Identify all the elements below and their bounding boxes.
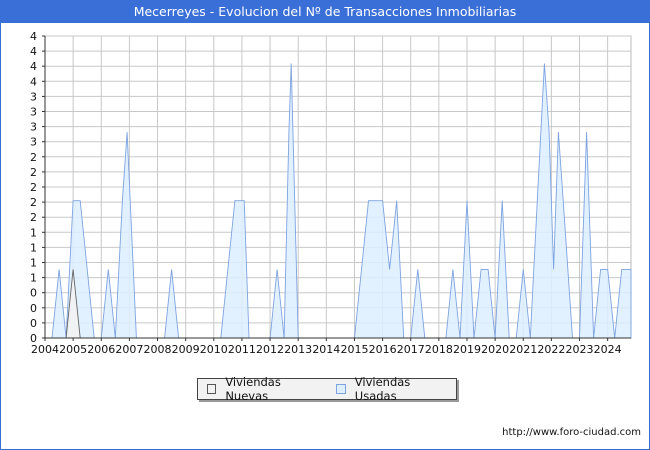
x-tick-label: 2011: [228, 343, 256, 356]
y-tick-label: 4: [30, 75, 37, 88]
y-tick-label: 2: [30, 166, 37, 179]
legend-label-nuevas: Viviendas Nuevas: [225, 375, 281, 403]
y-tick-label: 0: [30, 287, 37, 300]
y-tick-label: 2: [30, 196, 37, 209]
x-tick-label: 2007: [115, 343, 143, 356]
y-tick-label: 4: [30, 30, 37, 43]
x-tick-label: 2018: [425, 343, 453, 356]
x-tick-label: 2004: [31, 343, 59, 356]
y-tick-label: 1: [30, 226, 37, 239]
y-axis-ticks: 000011112222233334444: [30, 30, 45, 345]
x-tick-label: 2016: [369, 343, 397, 356]
y-tick-label: 2: [30, 211, 37, 224]
x-tick-label: 2006: [87, 343, 115, 356]
x-tick-label: 2024: [594, 343, 622, 356]
x-tick-label: 2008: [144, 343, 172, 356]
y-tick-label: 2: [30, 181, 37, 194]
legend-swatch-nuevas: [207, 384, 217, 394]
y-tick-label: 3: [30, 121, 37, 134]
footer-url: http://www.foro-ciudad.com: [502, 427, 641, 438]
x-tick-label: 2020: [481, 343, 509, 356]
y-tick-label: 4: [30, 60, 37, 73]
x-tick-label: 2017: [397, 343, 425, 356]
x-tick-label: 2010: [200, 343, 228, 356]
x-tick-label: 2014: [312, 343, 340, 356]
chart-legend: Viviendas Nuevas Viviendas Usadas: [197, 375, 457, 403]
y-tick-label: 1: [30, 272, 37, 285]
legend-label-usadas: Viviendas Usadas: [354, 375, 411, 403]
x-tick-label: 2023: [566, 343, 594, 356]
y-tick-label: 1: [30, 257, 37, 270]
x-tick-label: 2013: [284, 343, 312, 356]
x-axis-ticks: 2004 2005 2006 2007 2008 2009 2010 2011 2012 2013…: [31, 338, 622, 356]
y-tick-label: 0: [30, 317, 37, 330]
legend-swatch-usadas: [336, 384, 346, 394]
x-tick-label: 2015: [340, 343, 368, 356]
y-tick-label: 3: [30, 106, 37, 119]
legend-item-usadas: Viviendas Usadas: [336, 375, 447, 403]
y-tick-label: 2: [30, 151, 37, 164]
chart-frame: 000011112222233334444 2004 2005 2006 2007 20…: [0, 0, 650, 450]
legend-item-nuevas: Viviendas Nuevas: [207, 375, 318, 403]
y-tick-label: 3: [30, 136, 37, 149]
y-tick-label: 4: [30, 45, 37, 58]
y-tick-label: 0: [30, 302, 37, 315]
y-tick-label: 1: [30, 241, 37, 254]
x-tick-label: 2009: [172, 343, 200, 356]
x-tick-label: 2021: [509, 343, 537, 356]
x-tick-label: 2012: [256, 343, 284, 356]
x-tick-label: 2022: [537, 343, 565, 356]
x-tick-label: 2019: [453, 343, 481, 356]
y-tick-label: 3: [30, 90, 37, 103]
x-tick-label: 2005: [59, 343, 87, 356]
chart-title: Mecerreyes - Evolucion del Nº de Transac…: [1, 1, 649, 23]
